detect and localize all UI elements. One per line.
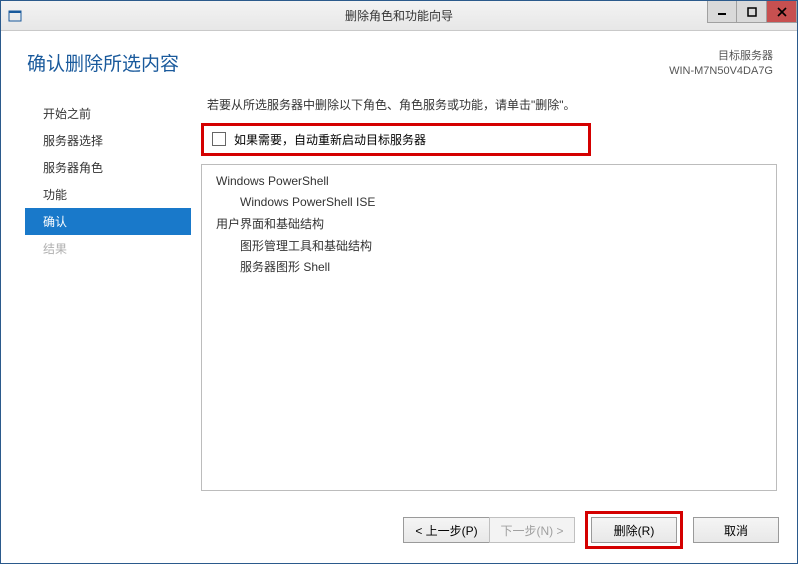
list-item: Windows PowerShell (212, 171, 766, 193)
remove-highlight: 删除(R) (585, 511, 683, 549)
wizard-window: 删除角色和功能向导 确认删除所选内容 目标服务器 WIN-M7N50V4DA7G (0, 0, 798, 564)
list-item: 用户界面和基础结构 (212, 214, 766, 236)
titlebar: 删除角色和功能向导 (1, 1, 797, 31)
target-server: WIN-M7N50V4DA7G (669, 64, 773, 79)
restart-checkbox-label: 如果需要，自动重新启动目标服务器 (234, 131, 426, 148)
wizard-steps: 开始之前 服务器选择 服务器角色 功能 确认 结果 (21, 96, 191, 491)
list-item: Windows PowerShell ISE (212, 192, 766, 214)
restart-checkbox[interactable] (212, 132, 226, 146)
app-icon (7, 8, 23, 24)
close-button[interactable] (767, 1, 797, 23)
step-results: 结果 (25, 235, 191, 262)
instruction-text: 若要从所选服务器中删除以下角色、角色服务或功能，请单击"删除"。 (201, 96, 777, 113)
removal-list: Windows PowerShell Windows PowerShell IS… (201, 164, 777, 491)
list-item: 服务器图形 Shell (212, 257, 766, 279)
step-before-begin[interactable]: 开始之前 (25, 100, 191, 127)
window-title: 删除角色和功能向导 (1, 7, 797, 24)
next-button: 下一步(N) > (489, 517, 575, 543)
maximize-button[interactable] (737, 1, 767, 23)
step-server-roles[interactable]: 服务器角色 (25, 154, 191, 181)
step-confirmation[interactable]: 确认 (25, 208, 191, 235)
list-item: 图形管理工具和基础结构 (212, 236, 766, 258)
restart-checkbox-row[interactable]: 如果需要，自动重新启动目标服务器 (201, 123, 591, 156)
footer: < 上一步(P) 下一步(N) > 删除(R) 取消 (1, 501, 797, 563)
target-info: 目标服务器 WIN-M7N50V4DA7G (669, 49, 777, 80)
main-panel: 若要从所选服务器中删除以下角色、角色服务或功能，请单击"删除"。 如果需要，自动… (191, 96, 777, 491)
page-title: 确认删除所选内容 (21, 49, 179, 76)
previous-button[interactable]: < 上一步(P) (403, 517, 489, 543)
minimize-button[interactable] (707, 1, 737, 23)
content-row: 开始之前 服务器选择 服务器角色 功能 确认 结果 若要从所选服务器中删除以下角… (21, 96, 777, 491)
step-server-selection[interactable]: 服务器选择 (25, 127, 191, 154)
target-label: 目标服务器 (669, 49, 773, 64)
cancel-button[interactable]: 取消 (693, 517, 779, 543)
remove-button[interactable]: 删除(R) (591, 517, 677, 543)
header-row: 确认删除所选内容 目标服务器 WIN-M7N50V4DA7G (21, 49, 777, 80)
wizard-body: 确认删除所选内容 目标服务器 WIN-M7N50V4DA7G 开始之前 服务器选… (1, 31, 797, 501)
step-features[interactable]: 功能 (25, 181, 191, 208)
